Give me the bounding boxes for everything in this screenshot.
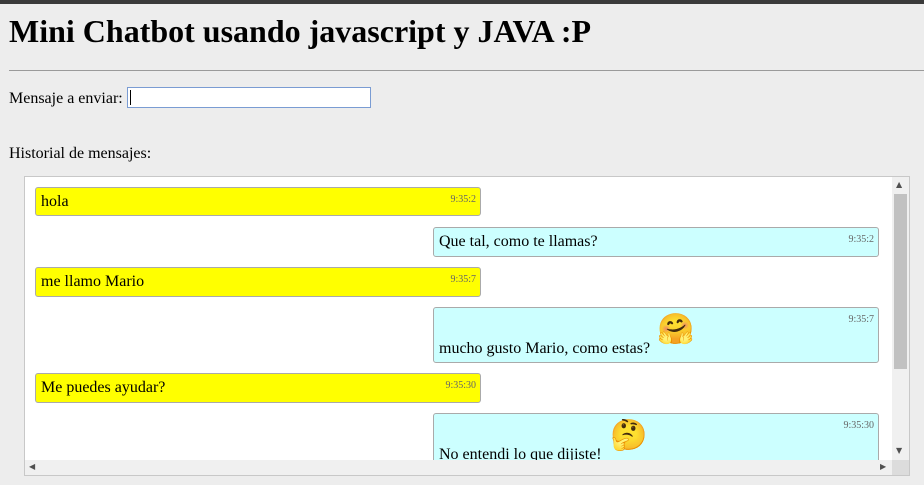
message-time: 9:35:2: [450, 194, 476, 205]
message-input[interactable]: [127, 87, 371, 108]
message-time: 9:35:30: [445, 380, 476, 391]
scroll-right-icon[interactable]: ▶: [880, 462, 886, 472]
message-label: Mensaje a enviar:: [9, 90, 123, 107]
message-text: me llamo Mario: [41, 273, 145, 290]
history-label: Historial de mensajes:: [9, 145, 152, 162]
hugging-face-icon: 🤗: [657, 312, 695, 347]
vertical-scrollbar[interactable]: ▲ ▼: [892, 177, 909, 460]
thinking-face-icon: 🤔: [610, 418, 648, 453]
message-text: Me puedes ayudar?: [41, 379, 166, 396]
message-text: mucho gusto Mario, como estas?: [439, 340, 651, 357]
page-title: Mini Chatbot usando javascript y JAVA :P: [9, 13, 592, 49]
scroll-down-icon[interactable]: ▼: [896, 446, 902, 456]
message-text: Que tal, como te llamas?: [439, 233, 598, 250]
message-time: 9:35:2: [848, 234, 874, 245]
user-message: me llamo Mario 9:35:7: [35, 267, 481, 297]
scrollbar-thumb[interactable]: [894, 194, 907, 369]
scroll-left-icon[interactable]: ◀: [29, 462, 35, 472]
user-message: hola 9:35:2: [35, 187, 481, 216]
bot-message: Que tal, como te llamas? 9:35:2: [433, 227, 879, 257]
horizontal-scrollbar[interactable]: ◀ ▶: [25, 460, 894, 475]
message-time: 9:35:7: [450, 274, 476, 285]
user-message: Me puedes ayudar? 9:35:30: [35, 373, 481, 403]
scroll-up-icon[interactable]: ▲: [896, 180, 902, 190]
window-top-bar: [0, 0, 924, 4]
scrollbar-corner: [892, 460, 909, 475]
message-time: 9:35:7: [848, 314, 874, 325]
bot-message: mucho gusto Mario, como estas? 🤗 9:35:7: [433, 307, 879, 363]
message-text: hola: [41, 193, 69, 210]
message-history[interactable]: hola 9:35:2 Que tal, como te llamas? 9:3…: [24, 176, 910, 476]
text-caret: [130, 90, 131, 105]
message-time: 9:35:30: [843, 420, 874, 431]
horizontal-rule: [9, 70, 924, 71]
